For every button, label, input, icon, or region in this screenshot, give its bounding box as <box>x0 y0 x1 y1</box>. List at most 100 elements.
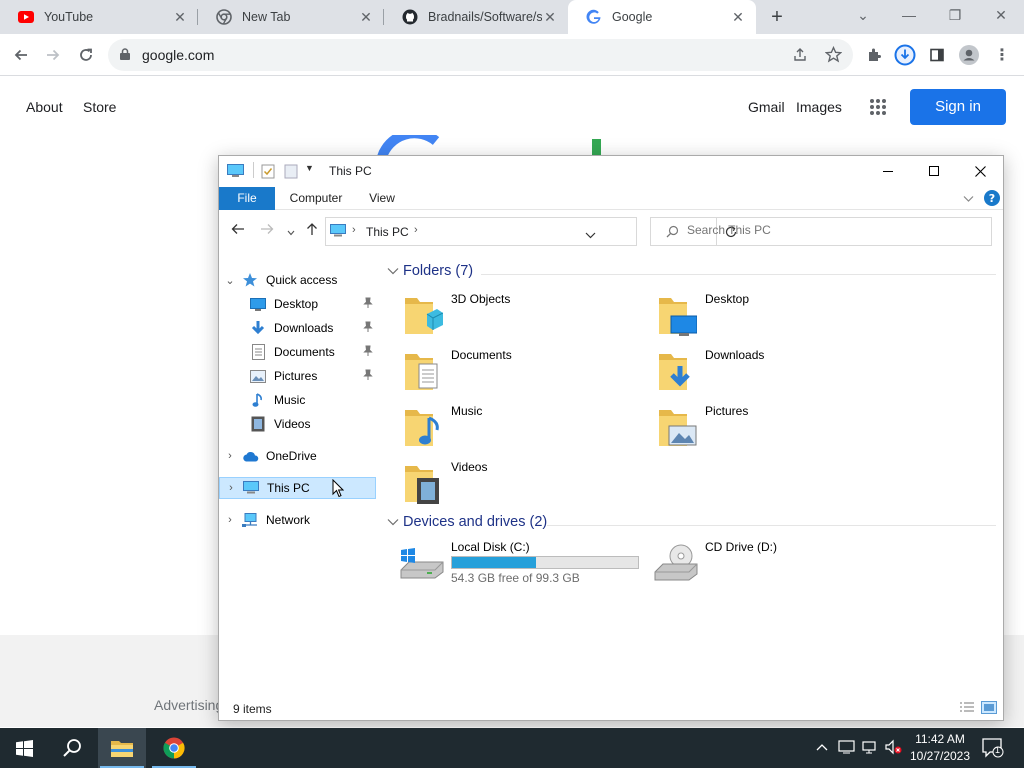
nav-item-this-pc[interactable]: › This PC <box>219 477 376 499</box>
explorer-minimize-button[interactable] <box>865 156 911 186</box>
properties-icon[interactable] <box>261 164 275 182</box>
expand-chevron-icon[interactable]: › <box>219 450 241 462</box>
breadcrumb-chevron-icon[interactable]: › <box>352 224 356 236</box>
ribbon-tab-file[interactable]: File <box>219 187 275 210</box>
collapse-chevron-icon[interactable] <box>387 518 399 526</box>
nav-item-videos[interactable]: Videos <box>219 413 376 435</box>
close-tab-icon[interactable]: ✕ <box>172 9 188 25</box>
close-tab-icon[interactable]: ✕ <box>542 9 558 25</box>
forward-arrow-icon[interactable] <box>260 223 274 238</box>
tab-title: YouTube <box>44 10 94 24</box>
restore-button[interactable]: ❐ <box>932 0 978 30</box>
breadcrumb-chevron-icon[interactable]: › <box>414 224 418 236</box>
lock-icon[interactable] <box>120 48 130 63</box>
share-icon[interactable] <box>792 47 808 66</box>
drive-local-disk-c[interactable]: Local Disk (C:) 54.3 GB free of 99.3 GB <box>383 538 643 590</box>
address-location[interactable]: This PC <box>366 225 409 239</box>
reload-button[interactable] <box>73 42 99 68</box>
profile-avatar-icon[interactable] <box>956 42 982 68</box>
explorer-close-button[interactable] <box>957 156 1003 186</box>
tab-github[interactable]: Bradnails/Software/sof ✕ <box>384 0 568 34</box>
sign-in-button[interactable]: Sign in <box>910 89 1006 125</box>
drive-cd-d[interactable]: CD Drive (D:) <box>637 538 837 590</box>
help-icon[interactable]: ? <box>984 190 1000 209</box>
expand-chevron-icon[interactable]: › <box>220 482 242 494</box>
advertising-link[interactable]: Advertising <box>154 697 223 713</box>
extensions-icon[interactable] <box>861 42 887 68</box>
back-arrow-icon[interactable] <box>231 223 245 238</box>
folders-group-header[interactable]: Folders (7) <box>385 263 1000 279</box>
address-bar[interactable]: google.com <box>108 39 853 71</box>
taskbar-search-button[interactable] <box>48 728 96 768</box>
pin-icon[interactable] <box>363 345 373 360</box>
tab-google[interactable]: Google ✕ <box>568 0 756 34</box>
more-menu-icon[interactable]: ⋮ <box>989 42 1015 68</box>
store-link[interactable]: Store <box>83 99 116 115</box>
folder-pictures[interactable]: Pictures <box>637 402 877 454</box>
folder-3d-objects[interactable]: 3D Objects <box>383 290 623 342</box>
network-tray-icon[interactable] <box>838 739 855 758</box>
close-tab-icon[interactable]: ✕ <box>730 9 746 25</box>
nav-item-network[interactable]: › Network <box>219 509 376 531</box>
nav-item-quick-access[interactable]: ⌄ Quick access <box>219 269 376 291</box>
up-arrow-icon[interactable] <box>306 222 318 239</box>
address-box[interactable]: › This PC › <box>325 217 736 246</box>
ribbon-tab-computer[interactable]: Computer <box>281 187 351 210</box>
taskbar-chrome[interactable] <box>150 728 198 768</box>
search-input[interactable] <box>687 223 977 237</box>
new-folder-icon[interactable] <box>284 164 298 182</box>
side-panel-icon[interactable] <box>924 42 950 68</box>
folder-label: Pictures <box>705 404 749 418</box>
drives-group-header[interactable]: Devices and drives (2) <box>385 514 1000 530</box>
action-center-icon[interactable]: 1 <box>982 738 1004 761</box>
close-window-button[interactable]: ✕ <box>978 0 1024 30</box>
close-tab-icon[interactable]: ✕ <box>358 9 374 25</box>
taskbar-file-explorer[interactable] <box>98 728 146 768</box>
taskbar: 11:42 AM 10/27/2023 1 <box>0 728 1024 768</box>
details-view-icon[interactable] <box>959 701 975 715</box>
nav-item-onedrive[interactable]: › OneDrive <box>219 445 376 467</box>
collapse-chevron-icon[interactable] <box>387 267 399 275</box>
start-button[interactable] <box>0 728 48 768</box>
recent-locations-icon[interactable] <box>287 225 295 239</box>
pin-icon[interactable] <box>363 369 373 384</box>
system-clock[interactable]: 11:42 AM 10/27/2023 <box>904 731 976 765</box>
folder-music[interactable]: Music <box>383 402 623 454</box>
download-indicator-icon[interactable] <box>892 42 918 68</box>
tab-youtube[interactable]: YouTube ✕ <box>0 0 198 34</box>
back-button[interactable] <box>8 42 34 68</box>
volume-muted-icon[interactable] <box>884 739 902 758</box>
minimize-button[interactable]: — <box>886 0 932 30</box>
folder-videos[interactable]: Videos <box>383 458 623 510</box>
search-box[interactable] <box>650 217 992 246</box>
address-dropdown-icon[interactable] <box>585 228 596 242</box>
folder-documents[interactable]: Documents <box>383 346 623 398</box>
tab-new-tab[interactable]: New Tab ✕ <box>198 0 384 34</box>
images-link[interactable]: Images <box>796 99 842 115</box>
nav-item-desktop[interactable]: Desktop <box>219 293 376 315</box>
large-icons-view-icon[interactable] <box>981 701 997 715</box>
show-hidden-icons-chevron-icon[interactable] <box>816 740 828 754</box>
tab-search-icon[interactable]: ⌄ <box>840 0 886 30</box>
display-tray-icon[interactable] <box>862 739 879 758</box>
ribbon-tab-view[interactable]: View <box>359 187 405 210</box>
nav-item-downloads[interactable]: Downloads <box>219 317 376 339</box>
nav-item-music[interactable]: Music <box>219 389 376 411</box>
nav-item-pictures[interactable]: Pictures <box>219 365 376 387</box>
apps-grid-icon[interactable] <box>869 98 887 119</box>
expand-ribbon-icon[interactable] <box>963 192 974 206</box>
pin-icon[interactable] <box>363 297 373 312</box>
gmail-link[interactable]: Gmail <box>748 99 785 115</box>
pin-icon[interactable] <box>363 321 373 336</box>
nav-item-documents[interactable]: Documents <box>219 341 376 363</box>
folder-downloads[interactable]: Downloads <box>637 346 877 398</box>
folder-desktop[interactable]: Desktop <box>637 290 877 342</box>
bookmark-star-icon[interactable] <box>824 45 843 66</box>
forward-button[interactable] <box>40 42 66 68</box>
customize-qat-icon[interactable]: ▼ <box>305 163 314 173</box>
explorer-maximize-button[interactable] <box>911 156 957 186</box>
about-link[interactable]: About <box>26 99 63 115</box>
new-tab-button[interactable]: + <box>766 6 788 28</box>
expand-chevron-icon[interactable]: › <box>219 514 241 526</box>
collapse-chevron-icon[interactable]: ⌄ <box>219 274 241 287</box>
